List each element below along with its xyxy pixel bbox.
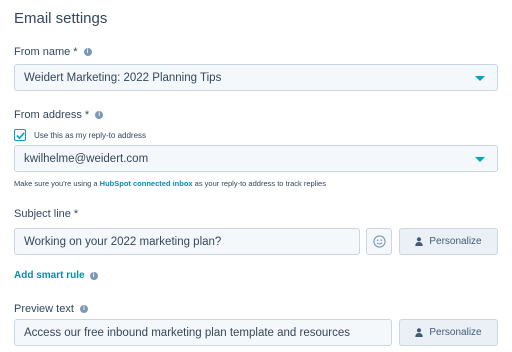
add-smart-rule-label: Add smart rule (14, 270, 85, 281)
from-name-label: From name * (14, 46, 78, 58)
reply-to-checkbox-row[interactable]: Use this as my reply-to address (14, 129, 146, 141)
add-smart-rule-link[interactable]: Add smart rule i (14, 270, 98, 281)
connected-inbox-link[interactable]: HubSpot connected inbox (100, 179, 193, 188)
email-settings-panel: Email settings From name * i Weidert Mar… (0, 0, 512, 352)
info-icon[interactable]: i (95, 111, 104, 119)
emoji-button[interactable] (366, 228, 392, 255)
preview-personalize-button[interactable]: Personalize (399, 319, 498, 346)
subject-label: Subject line * (14, 208, 79, 220)
person-icon (415, 328, 424, 337)
from-name-value: Weidert Marketing: 2022 Planning Tips (24, 71, 222, 84)
reply-to-checkbox[interactable] (14, 129, 26, 141)
hint-prefix: Make sure you're using a (14, 179, 100, 188)
subject-value: Working on your 2022 marketing plan? (24, 235, 222, 248)
emoji-icon (372, 235, 386, 248)
from-name-select[interactable]: Weidert Marketing: 2022 Planning Tips (14, 64, 498, 91)
preview-value: Access our free inbound marketing plan t… (24, 326, 351, 339)
from-address-label-row: From address * i (14, 109, 104, 121)
preview-personalize-label: Personalize (429, 327, 482, 338)
info-icon[interactable]: i (79, 305, 88, 313)
checkmark-icon (15, 131, 25, 139)
from-address-select[interactable]: kwilhelme@weidert.com (14, 145, 498, 172)
subject-label-row: Subject line * (14, 208, 78, 220)
from-address-label: From address * (14, 109, 90, 121)
reply-to-checkbox-label: Use this as my reply-to address (34, 130, 147, 140)
preview-text-input[interactable]: Access our free inbound marketing plan t… (14, 319, 392, 346)
page-title: Email settings (14, 10, 108, 27)
caret-down-icon (475, 157, 485, 162)
info-icon[interactable]: i (83, 48, 92, 56)
hint-suffix: as your reply-to address to track replie… (192, 179, 326, 188)
person-icon (415, 237, 424, 246)
subject-input[interactable]: Working on your 2022 marketing plan? (14, 228, 360, 255)
info-icon[interactable]: i (89, 271, 98, 280)
from-name-label-row: From name * i (14, 46, 92, 58)
from-address-value: kwilhelme@weidert.com (24, 152, 149, 165)
subject-personalize-label: Personalize (429, 236, 482, 247)
subject-personalize-button[interactable]: Personalize (399, 228, 498, 255)
preview-label: Preview text (14, 303, 74, 315)
caret-down-icon (475, 76, 485, 81)
reply-to-hint: Make sure you're using a HubSpot connect… (14, 179, 326, 188)
preview-label-row: Preview text i (14, 303, 88, 315)
